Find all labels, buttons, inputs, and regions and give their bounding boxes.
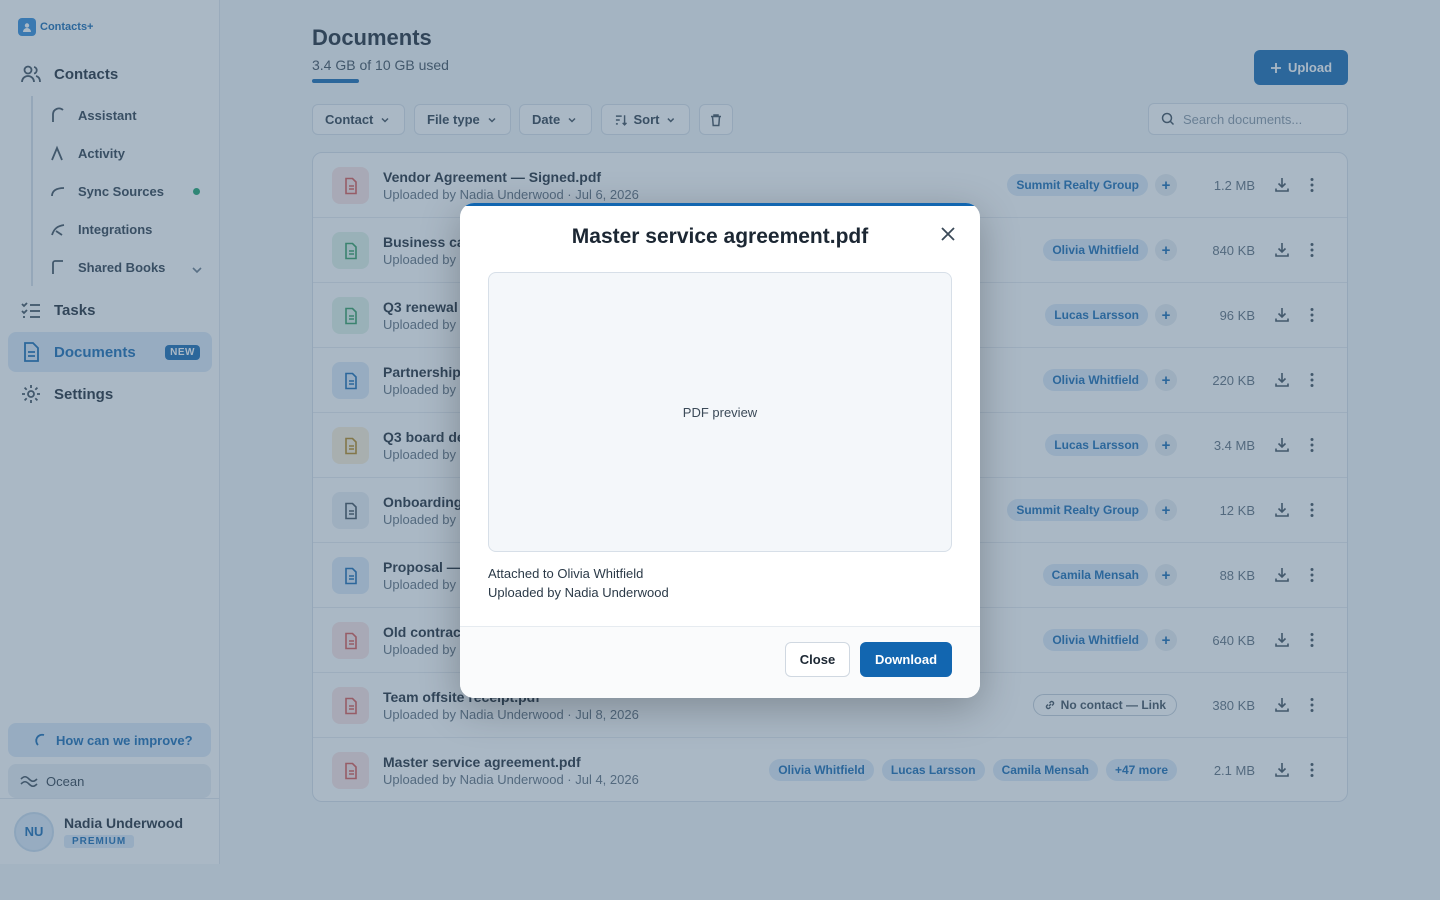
pdf-preview: PDF preview — [488, 272, 952, 552]
close-button[interactable]: Close — [785, 642, 850, 677]
modal-accent-bar — [460, 203, 980, 206]
modal-footer: Close Download — [460, 626, 980, 698]
download-button[interactable]: Download — [860, 642, 952, 677]
close-icon[interactable] — [936, 222, 960, 246]
uploaded-by-text: Uploaded by Nadia Underwood — [488, 585, 669, 600]
modal-title: Master service agreement.pdf — [571, 225, 869, 248]
preview-label: PDF preview — [682, 404, 758, 420]
attached-to-text: Attached to Olivia Whitfield — [488, 566, 644, 581]
preview-modal: Master service agreement.pdf PDF preview… — [460, 203, 980, 698]
